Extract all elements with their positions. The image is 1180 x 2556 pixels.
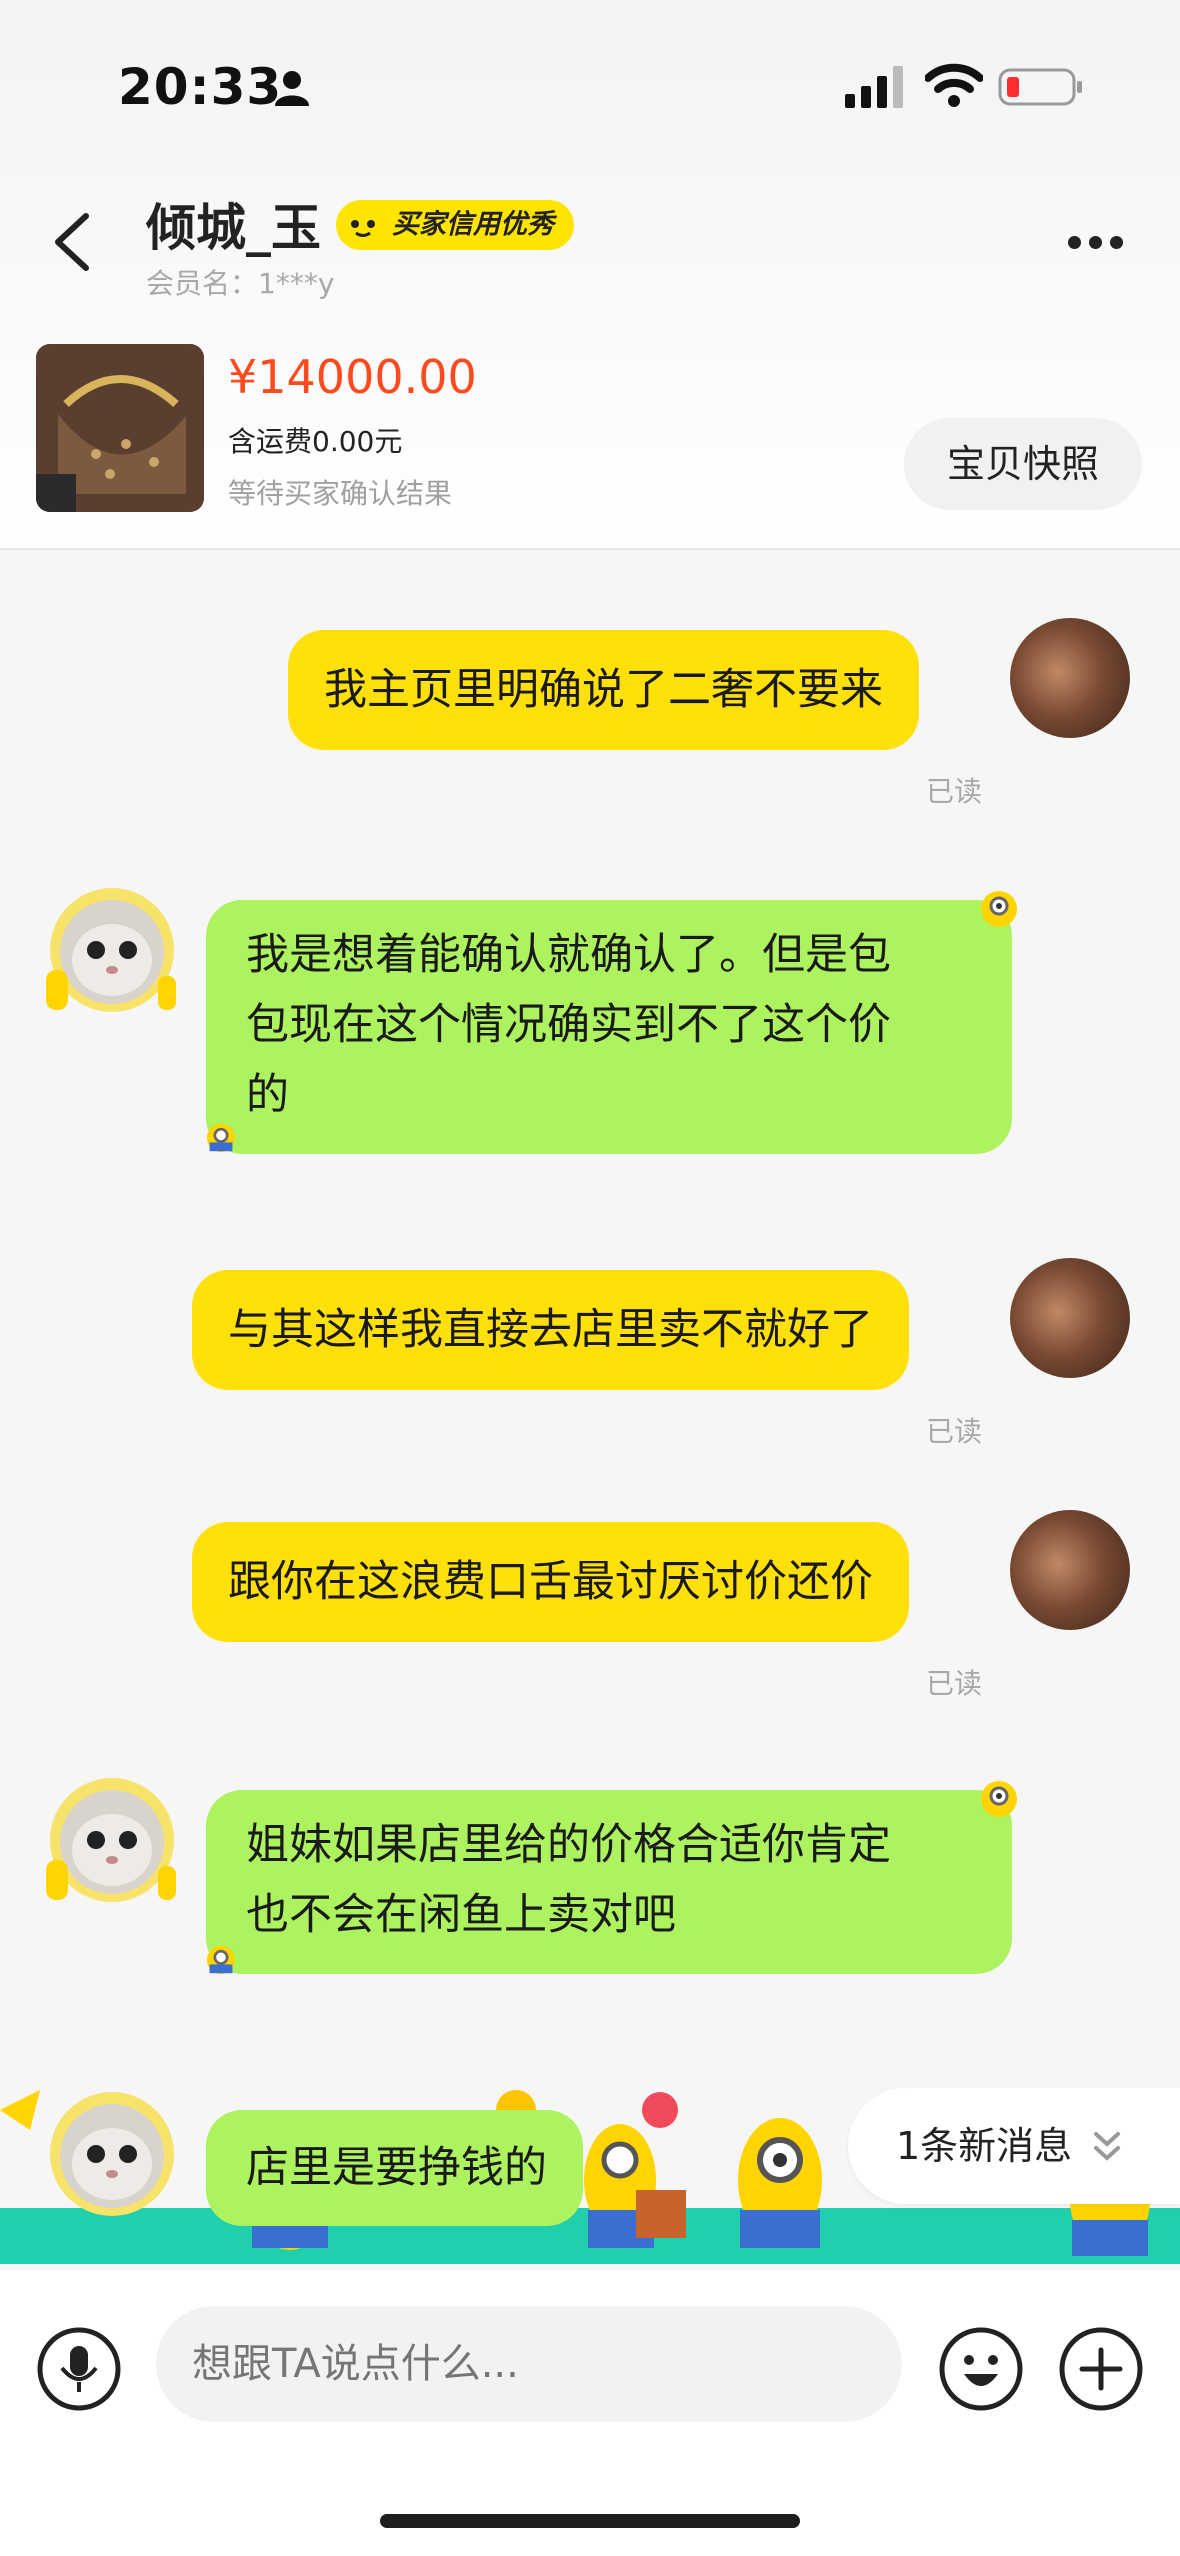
my-avatar[interactable] (1010, 1510, 1130, 1630)
microphone-icon[interactable] (36, 2326, 122, 2412)
product-thumbnail[interactable] (36, 344, 204, 512)
message-line: 也不会在闲鱼上卖对吧 (246, 1890, 676, 1940)
message-bubble-sent[interactable]: 跟你在这浪费口舌最讨厌讨价还价 (192, 1522, 909, 1642)
message-bubble-received[interactable]: 姐妹如果店里给的价格合适你肯定 也不会在闲鱼上卖对吧 (206, 1790, 1012, 1974)
person-icon (275, 71, 309, 106)
read-receipt: 已读 (926, 1415, 983, 1448)
partner-avatar[interactable] (38, 1770, 178, 1910)
battery-low-icon (998, 68, 1082, 106)
my-avatar[interactable] (1010, 618, 1130, 738)
minion-sticker-icon (206, 1123, 236, 1153)
status-bar: 20:33 (0, 0, 1180, 170)
partner-avatar[interactable] (38, 2084, 178, 2224)
message-text: 我主页里明确说了二奢不要来 (324, 665, 883, 715)
new-message-label: 1条新消息 (896, 2124, 1073, 2168)
status-time: 20:33 (118, 58, 283, 116)
my-avatar[interactable] (1010, 1258, 1130, 1378)
member-name: 会员名：1***y (146, 267, 335, 300)
message-line: 的 (246, 1070, 289, 1120)
handbag-image (36, 344, 204, 512)
back-chevron-icon[interactable] (50, 210, 94, 274)
message-bubble-sent[interactable]: 与其这样我直接去店里卖不就好了 (192, 1270, 909, 1390)
partner-avatar[interactable] (38, 880, 178, 1020)
minion-sticker-icon (981, 891, 1017, 927)
product-price: ¥14000.00 (228, 350, 477, 404)
chat-header-area: 20:33 倾城_玉 买家信用优秀 会员名：1***y ¥14000.00 含运… (0, 0, 1180, 550)
message-bubble-received[interactable]: 我是想着能确认就确认了。但是包 包现在这个情况确实到不了这个价 的 (206, 900, 1012, 1154)
minion-sticker-icon (981, 1781, 1017, 1817)
fish-face-icon (344, 206, 382, 244)
message-bubble-received[interactable]: 店里是要挣钱的 (206, 2110, 583, 2226)
home-indicator (380, 2514, 800, 2528)
credit-badge: 买家信用优秀 (336, 200, 574, 250)
message-line: 包现在这个情况确实到不了这个价 (246, 1000, 891, 1050)
order-status: 等待买家确认结果 (228, 477, 453, 510)
message-line: 姐妹如果店里给的价格合适你肯定 (246, 1820, 891, 1870)
message-text: 店里是要挣钱的 (246, 2143, 547, 2193)
minion-sticker-icon (206, 1945, 236, 1975)
product-snapshot-button[interactable]: 宝贝快照 (904, 418, 1142, 510)
credit-badge-label: 买家信用优秀 (392, 209, 554, 240)
plus-icon[interactable] (1058, 2326, 1144, 2412)
new-message-indicator[interactable]: 1条新消息 (848, 2088, 1180, 2204)
double-chevron-down-icon (1094, 2132, 1120, 2161)
shipping-fee: 含运费0.00元 (228, 425, 403, 458)
message-text: 跟你在这浪费口舌最讨厌讨价还价 (228, 1557, 873, 1607)
more-options-button[interactable] (1068, 222, 1134, 262)
message-text: 与其这样我直接去店里卖不就好了 (228, 1305, 873, 1355)
header-divider (0, 548, 1180, 550)
cellular-signal-icon (845, 66, 903, 108)
message-line: 我是想着能确认就确认了。但是包 (246, 930, 891, 980)
read-receipt: 已读 (926, 1667, 983, 1700)
read-receipt: 已读 (926, 775, 983, 808)
message-bubble-sent[interactable]: 我主页里明确说了二奢不要来 (288, 630, 919, 750)
wifi-icon (925, 63, 983, 107)
chat-partner-name: 倾城_玉 (146, 199, 321, 257)
composer-bar (0, 2270, 1180, 2556)
emoji-icon[interactable] (938, 2326, 1024, 2412)
message-input[interactable] (156, 2306, 902, 2422)
